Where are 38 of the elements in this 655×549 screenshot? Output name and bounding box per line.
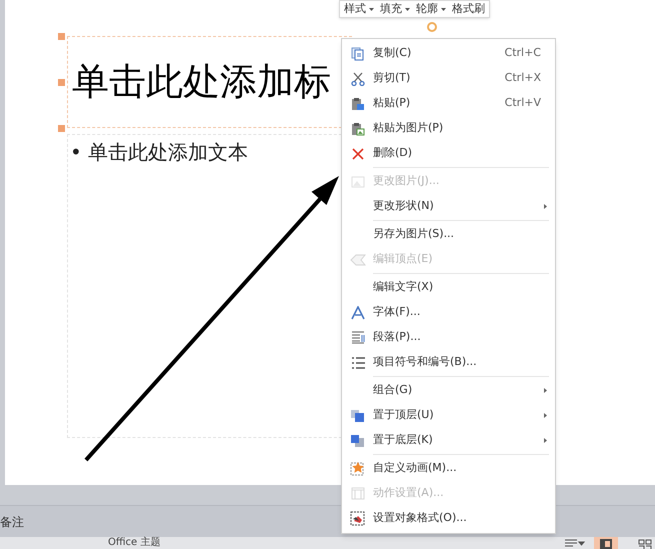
caret-icon	[441, 8, 446, 10]
paragraph-icon	[350, 331, 364, 344]
submenu-arrow-icon	[544, 438, 547, 443]
resize-handle[interactable]	[58, 125, 65, 132]
dropdown-button[interactable]: 填充	[380, 2, 410, 16]
resize-handle[interactable]	[58, 33, 65, 40]
clipboard-icon	[350, 96, 364, 110]
animation-icon	[350, 461, 365, 476]
submenu-arrow-icon	[544, 204, 547, 209]
picture-icon	[350, 176, 364, 188]
format-object-icon	[350, 511, 365, 526]
toolbar-button[interactable]: 格式刷	[452, 2, 485, 16]
notes-label[interactable]: 备注	[0, 512, 24, 530]
submenu-arrow-icon	[544, 388, 547, 393]
dropdown-button[interactable]: 轮廓	[416, 2, 446, 16]
bring-front-icon	[350, 408, 365, 422]
dropdown-button[interactable]: 样式	[344, 2, 374, 16]
theme-name: Office 主题	[108, 537, 160, 549]
frame-icon	[350, 487, 364, 500]
slide-title: 单击此处添加标	[72, 59, 331, 105]
slide-body-text: • 单击此处添加文本	[70, 140, 248, 164]
submenu-arrow-icon	[544, 413, 547, 418]
grid-view-icon[interactable]	[638, 539, 652, 549]
font-icon	[350, 306, 364, 320]
resize-handle[interactable]	[58, 79, 65, 86]
copy-icon	[350, 46, 364, 60]
menu-item[interactable]: 设置对象格式(O)...	[342, 506, 555, 531]
send-back-icon	[350, 434, 365, 448]
normal-view-button[interactable]	[594, 537, 618, 549]
caret-icon	[405, 8, 410, 10]
notes-view-icon[interactable]	[565, 539, 585, 548]
menu-item[interactable]: 自定义动画(M)...	[342, 456, 555, 481]
caret-icon	[369, 8, 374, 10]
delete-icon	[352, 148, 364, 160]
clipboard-picture-icon	[350, 122, 364, 136]
vertex-icon	[350, 254, 366, 266]
scissors-icon	[350, 72, 364, 86]
bullet-list-icon	[350, 356, 364, 368]
